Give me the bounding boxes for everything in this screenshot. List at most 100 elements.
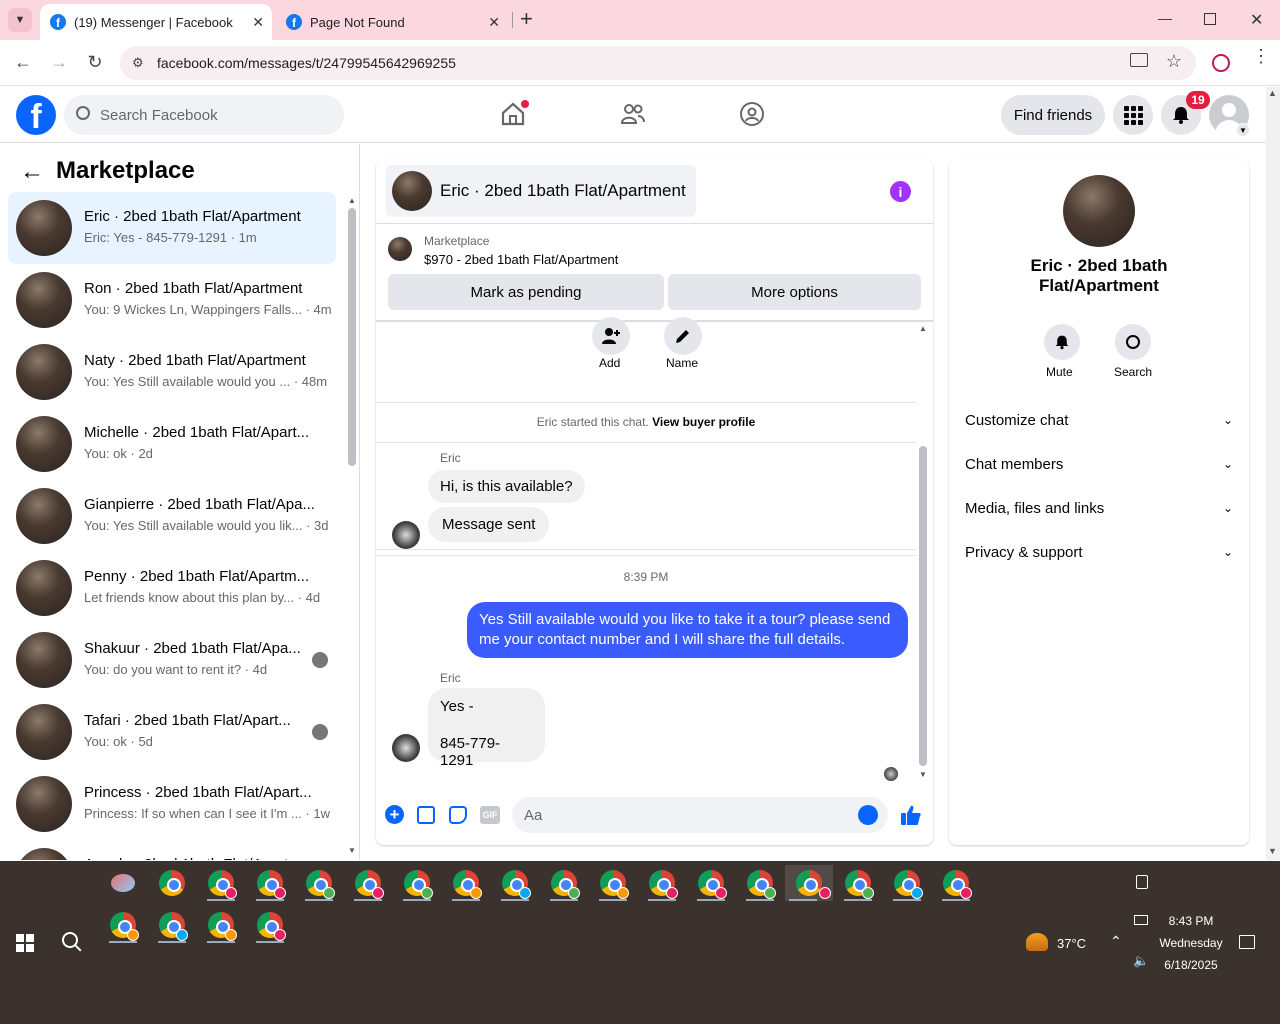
name-chat-button[interactable]: [664, 317, 702, 355]
close-tab-icon[interactable]: ✕: [252, 14, 264, 31]
media-files-links-row[interactable]: Media, files and links ⌄: [965, 496, 1233, 520]
add-people-button[interactable]: [592, 317, 630, 355]
chat-scroll-down-icon[interactable]: ▼: [919, 770, 927, 779]
chrome-taskbar-icon[interactable]: [350, 865, 386, 901]
clock-day[interactable]: Wednesday: [1151, 936, 1231, 950]
listing-title[interactable]: $970 - 2bed 1bath Flat/Apartment: [424, 252, 618, 267]
close-tab-icon[interactable]: ✕: [488, 14, 500, 31]
message-bubble-outgoing[interactable]: Yes Still available would you like to ta…: [467, 602, 908, 658]
window-close-icon[interactable]: ✕: [1250, 10, 1263, 30]
chrome-taskbar-icon[interactable]: [154, 907, 190, 943]
chat-list-scroll-down-icon[interactable]: ▼: [348, 846, 356, 855]
notification-center-icon[interactable]: [1239, 935, 1255, 949]
search-facebook-input[interactable]: Search Facebook: [64, 95, 344, 135]
tab-messenger[interactable]: f (19) Messenger | Facebook ✕: [40, 4, 272, 40]
chat-members-row[interactable]: Chat members ⌄: [965, 452, 1233, 476]
conversation-row[interactable]: Naty · 2bed 1bath Flat/Apartment You: Yes…: [8, 336, 336, 408]
conversation-row[interactable]: Ron · 2bed 1bath Flat/Apartment You: 9 Wi…: [8, 264, 336, 336]
back-icon[interactable]: ←: [12, 52, 34, 73]
customize-chat-row[interactable]: Customize chat ⌄: [965, 408, 1233, 432]
chrome-taskbar-icon[interactable]: [497, 865, 533, 901]
conversation-row[interactable]: Princess · 2bed 1bath Flat/Apart... Princ…: [8, 768, 336, 840]
chrome-taskbar-icon[interactable]: [546, 865, 582, 901]
volume-icon[interactable]: 🔈: [1133, 953, 1149, 969]
view-buyer-profile-link[interactable]: View buyer profile: [652, 415, 755, 429]
restore-icon[interactable]: [1204, 13, 1216, 25]
info-icon[interactable]: i: [890, 181, 911, 202]
app-taskbar-icon[interactable]: [105, 865, 141, 901]
weather-icon[interactable]: [1026, 933, 1048, 951]
chrome-taskbar-icon[interactable]: [399, 865, 435, 901]
message-bubble[interactable]: Yes - 845-779-1291: [428, 688, 545, 769]
message-bubble[interactable]: Hi, is this available?: [428, 470, 585, 503]
account-chevron-icon[interactable]: ▼: [1236, 123, 1250, 137]
find-friends-button[interactable]: Find friends: [1001, 95, 1105, 135]
chrome-taskbar-icon[interactable]: [154, 865, 190, 901]
chrome-taskbar-icon[interactable]: [938, 865, 974, 901]
conversation-row[interactable]: Gianpierre · 2bed 1bath Flat/Apa... You: …: [8, 480, 336, 552]
friends-icon[interactable]: [620, 101, 646, 127]
chat-list-scroll-up-icon[interactable]: ▲: [348, 196, 356, 205]
page-scrollbar[interactable]: [1266, 87, 1280, 860]
clock-date[interactable]: 6/18/2025: [1151, 958, 1231, 972]
chrome-taskbar-icon[interactable]: [595, 865, 631, 901]
conversation-row[interactable]: Michelle · 2bed 1bath Flat/Apart... You: …: [8, 408, 336, 480]
tab-page-not-found[interactable]: f Page Not Found ✕: [276, 4, 508, 40]
conversation-row[interactable]: Eric · 2bed 1bath Flat/Apartment Eric: Ye…: [8, 192, 336, 264]
bookmark-star-icon[interactable]: ☆: [1166, 51, 1182, 72]
clock-time[interactable]: 8:43 PM: [1156, 914, 1226, 928]
weather-temperature[interactable]: 37°C: [1057, 936, 1086, 951]
more-options-button[interactable]: More options: [668, 274, 921, 310]
message-input[interactable]: Aa: [512, 797, 888, 833]
groups-icon[interactable]: [739, 101, 765, 127]
privacy-support-row[interactable]: Privacy & support ⌄: [965, 540, 1233, 564]
conversation-row[interactable]: Penny · 2bed 1bath Flat/Apartm... Let fri…: [8, 552, 336, 624]
profile-icon[interactable]: [1212, 54, 1230, 72]
conversation-row[interactable]: Angela · 2bed 1bath Flat/Apart...: [8, 840, 336, 860]
chrome-taskbar-icon[interactable]: [448, 865, 484, 901]
chat-scroll-up-icon[interactable]: ▲: [919, 324, 927, 333]
windows-start-icon[interactable]: [16, 934, 34, 952]
chrome-taskbar-icon[interactable]: [203, 907, 239, 943]
mark-as-pending-button[interactable]: Mark as pending: [388, 274, 664, 310]
new-tab-icon[interactable]: +: [520, 6, 533, 32]
emoji-icon[interactable]: [858, 805, 878, 825]
network-icon[interactable]: [1134, 915, 1148, 925]
chat-header[interactable]: Eric · 2bed 1bath Flat/Apartment: [386, 165, 696, 217]
chrome-taskbar-icon[interactable]: [252, 865, 288, 901]
facebook-logo-icon[interactable]: f: [16, 95, 56, 135]
chrome-taskbar-icon[interactable]: [785, 865, 833, 901]
chrome-taskbar-icon[interactable]: [693, 865, 729, 901]
back-arrow-icon[interactable]: ←: [20, 158, 44, 186]
sticker-icon[interactable]: [449, 806, 467, 824]
meet-now-icon[interactable]: [1136, 875, 1148, 889]
photo-icon[interactable]: [417, 806, 435, 824]
url-field[interactable]: ⚙ facebook.com/messages/t/24799545642969…: [120, 46, 1196, 80]
reload-icon[interactable]: ↻: [84, 52, 106, 73]
chrome-taskbar-icon[interactable]: [840, 865, 876, 901]
gif-icon[interactable]: GIF: [480, 806, 500, 824]
forward-icon[interactable]: →: [48, 52, 70, 73]
page-scroll-up-icon[interactable]: ▲: [1268, 88, 1277, 98]
chrome-taskbar-icon[interactable]: [105, 907, 141, 943]
more-actions-icon[interactable]: +: [385, 805, 404, 824]
chrome-taskbar-icon[interactable]: [742, 865, 778, 901]
menu-kebab-icon[interactable]: ⋮: [1252, 47, 1270, 65]
chrome-taskbar-icon[interactable]: [889, 865, 925, 901]
page-scroll-down-icon[interactable]: ▼: [1268, 846, 1277, 856]
chat-scroll-thumb[interactable]: [919, 446, 927, 766]
minimize-icon[interactable]: —: [1158, 10, 1172, 26]
site-info-icon[interactable]: ⚙: [132, 55, 144, 71]
message-bubble[interactable]: Message sent: [428, 507, 550, 542]
chrome-taskbar-icon[interactable]: [301, 865, 337, 901]
contact-avatar[interactable]: [1063, 175, 1135, 247]
search-in-chat-button[interactable]: [1115, 324, 1151, 360]
menu-grid-button[interactable]: [1113, 95, 1153, 135]
chrome-taskbar-icon[interactable]: [644, 865, 680, 901]
chat-list-scroll-thumb[interactable]: [348, 208, 356, 466]
tab-search-button[interactable]: ▼: [8, 8, 32, 32]
chrome-taskbar-icon[interactable]: [252, 907, 288, 943]
thumbs-up-icon[interactable]: [900, 804, 922, 826]
chrome-taskbar-icon[interactable]: [203, 865, 239, 901]
install-app-icon[interactable]: [1130, 53, 1148, 67]
